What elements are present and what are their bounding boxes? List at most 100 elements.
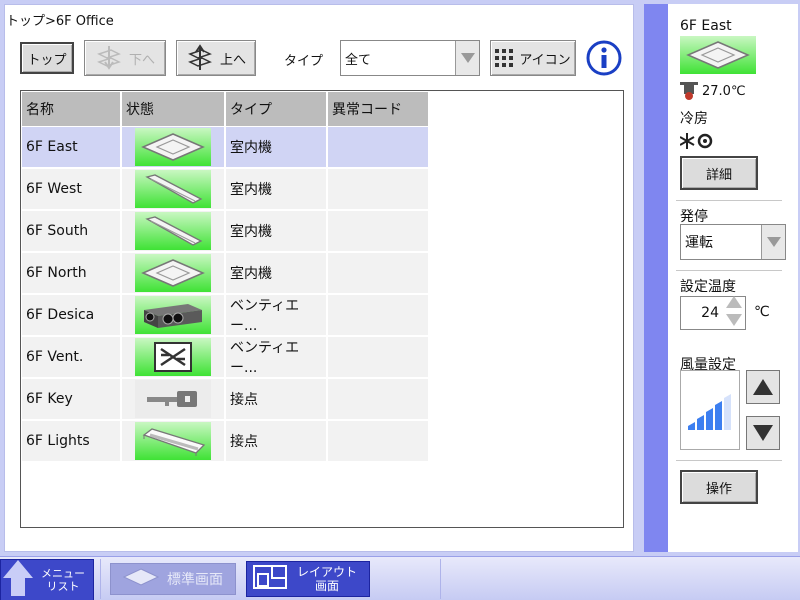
icon-view-label: アイコン bbox=[519, 52, 571, 68]
table-row[interactable]: 6F West 室内機 bbox=[22, 169, 430, 209]
layout-screen-button[interactable]: レイアウト 画面 bbox=[246, 561, 370, 597]
row-name: 6F West bbox=[22, 169, 122, 209]
row-name: 6F South bbox=[22, 211, 122, 251]
icon-view-button[interactable]: アイコン bbox=[490, 40, 576, 76]
divider bbox=[676, 460, 782, 461]
wall-slim-unit-icon bbox=[135, 212, 211, 250]
divider bbox=[676, 270, 782, 271]
main-panel: トップ>6F Office トップ 下へ 上へ タイプ 全て アイコン 名称 状… bbox=[0, 0, 640, 556]
row-status bbox=[122, 211, 226, 251]
bottom-bar: メニュー リスト 標準画面 レイアウト 画面 bbox=[0, 556, 800, 600]
unit-detail-content: 6F East 27.0℃ 冷房 詳細 発停 運転 設定温度 24 ℃ 風量設定… bbox=[668, 4, 798, 552]
row-type: 接点 bbox=[226, 421, 328, 461]
cooling-icon bbox=[679, 132, 714, 154]
temperature-unit: ℃ bbox=[754, 304, 770, 320]
row-name: 6F North bbox=[22, 253, 122, 293]
layout-label-line2: 画面 bbox=[315, 579, 340, 593]
row-status bbox=[122, 295, 226, 335]
menu-list-label: メニュー リスト bbox=[35, 567, 91, 593]
ceiling-cassette-icon bbox=[135, 254, 211, 292]
header-type: タイプ bbox=[226, 92, 328, 126]
row-error-code bbox=[328, 337, 430, 377]
fan-down-button[interactable] bbox=[746, 416, 780, 450]
row-status bbox=[122, 127, 226, 167]
layout-icon bbox=[253, 565, 287, 593]
set-temperature-label: 設定温度 bbox=[680, 279, 736, 295]
row-error-code bbox=[328, 379, 430, 419]
fan-up-button[interactable] bbox=[746, 370, 780, 404]
fan-level-bar bbox=[724, 394, 731, 430]
operate-button-label: 操作 bbox=[705, 481, 732, 497]
up-button-label: 上へ bbox=[219, 52, 246, 68]
up-button[interactable]: 上へ bbox=[176, 40, 256, 76]
onoff-value: 運転 bbox=[685, 235, 713, 251]
row-status bbox=[122, 337, 226, 377]
divider bbox=[676, 200, 782, 201]
set-temperature-stepper[interactable]: 24 bbox=[680, 296, 746, 330]
table-row[interactable]: 6F South 室内機 bbox=[22, 211, 430, 251]
table-row[interactable]: 6F East 室内機 bbox=[22, 127, 430, 167]
row-name: 6F Desica bbox=[22, 295, 122, 335]
down-button-label: 下へ bbox=[128, 52, 155, 68]
table-header: 名称 状態 タイプ 異常コード bbox=[22, 92, 430, 126]
menu-label-line2: リスト bbox=[46, 580, 80, 593]
chevron-down-icon[interactable] bbox=[455, 41, 479, 75]
menu-list-button[interactable]: メニュー リスト bbox=[0, 559, 94, 600]
light-fixture-icon bbox=[135, 422, 211, 460]
table-row[interactable]: 6F Desica ベンティエー... bbox=[22, 295, 430, 335]
ceiling-cassette-icon bbox=[680, 36, 756, 74]
table-row[interactable]: 6F Key 接点 bbox=[22, 379, 430, 419]
down-button[interactable]: 下へ bbox=[84, 40, 166, 76]
set-temperature-value: 24 bbox=[701, 305, 719, 321]
fan-level-bar bbox=[715, 401, 722, 430]
row-error-code bbox=[328, 253, 430, 293]
operation-mode: 冷房 bbox=[680, 111, 708, 127]
type-filter-select[interactable]: 全て bbox=[340, 40, 480, 76]
layout-screen-label: レイアウト 画面 bbox=[297, 565, 357, 593]
fan-level-bar bbox=[688, 422, 695, 430]
table-row[interactable]: 6F Vent. ベンティエー... bbox=[22, 337, 430, 377]
layout-label-line1: レイアウト bbox=[297, 565, 358, 579]
operate-button[interactable]: 操作 bbox=[680, 470, 758, 504]
divider bbox=[100, 559, 101, 599]
menu-label-line1: メニュー bbox=[41, 567, 85, 580]
row-error-code bbox=[328, 295, 430, 335]
onoff-select[interactable]: 運転 bbox=[680, 224, 786, 260]
fan-speed-indicator bbox=[680, 370, 740, 450]
row-name: 6F East bbox=[22, 127, 122, 167]
divider bbox=[440, 559, 441, 599]
row-type: 室内機 bbox=[226, 253, 328, 293]
header-error-code: 異常コード bbox=[328, 92, 430, 126]
top-button[interactable]: トップ bbox=[20, 42, 74, 74]
info-icon[interactable] bbox=[586, 40, 622, 76]
ceiling-cassette-icon bbox=[135, 128, 211, 166]
row-name: 6F Vent. bbox=[22, 337, 122, 377]
top-button-label: トップ bbox=[27, 52, 67, 68]
fan-level-bar bbox=[706, 408, 713, 430]
temp-down-icon[interactable] bbox=[726, 314, 742, 330]
header-name: 名称 bbox=[22, 92, 122, 126]
row-error-code bbox=[328, 421, 430, 461]
triangle-down-icon bbox=[753, 425, 773, 441]
header-status: 状態 bbox=[122, 92, 226, 126]
temp-up-icon[interactable] bbox=[726, 296, 742, 312]
row-type: 室内機 bbox=[226, 127, 328, 167]
type-filter-label: タイプ bbox=[284, 54, 324, 69]
row-type: 室内機 bbox=[226, 211, 328, 251]
chevron-down-icon[interactable] bbox=[761, 225, 785, 259]
unit-detail-panel: 6F East 27.0℃ 冷房 詳細 発停 運転 設定温度 24 ℃ 風量設定… bbox=[644, 4, 798, 552]
layer-up-icon bbox=[186, 44, 214, 72]
row-error-code bbox=[328, 169, 430, 209]
desiccant-unit-icon bbox=[135, 296, 211, 334]
table-row[interactable]: 6F North 室内機 bbox=[22, 253, 430, 293]
type-filter-value: 全て bbox=[345, 52, 372, 68]
grid-icon bbox=[495, 49, 514, 67]
row-name: 6F Key bbox=[22, 379, 122, 419]
toolbar: トップ 下へ 上へ タイプ 全て アイコン bbox=[0, 0, 640, 90]
detail-button[interactable]: 詳細 bbox=[680, 156, 758, 190]
row-status bbox=[122, 421, 226, 461]
standard-screen-button[interactable]: 標準画面 bbox=[110, 563, 236, 595]
table-row[interactable]: 6F Lights 接点 bbox=[22, 421, 430, 461]
row-status bbox=[122, 169, 226, 209]
stepper-arrows[interactable] bbox=[723, 296, 745, 330]
